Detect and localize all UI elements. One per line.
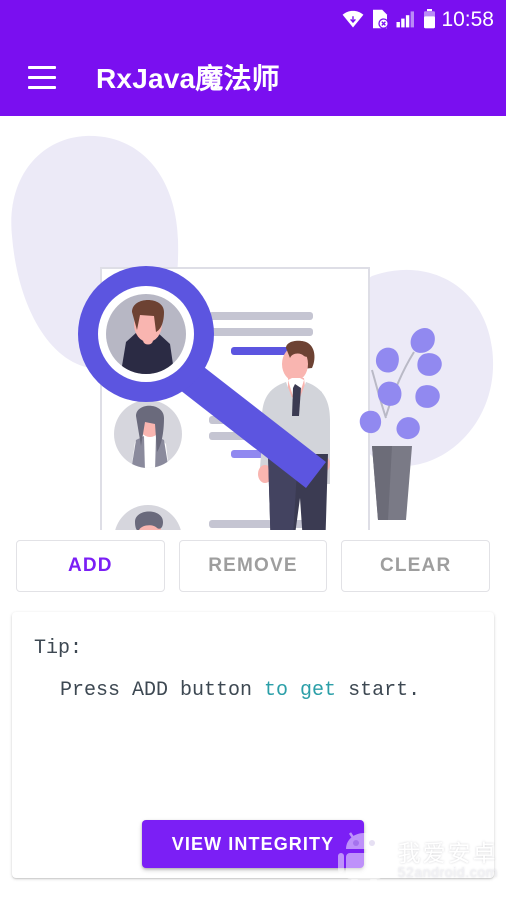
tip-content: Tip: Press ADD button to get start. (12, 612, 494, 702)
tip-body-before: Press ADD button (48, 679, 265, 702)
cellular-signal-icon (396, 10, 416, 28)
doc-line-1b (209, 328, 313, 336)
view-integrity-button[interactable]: VIEW INTEGRITY (142, 820, 364, 868)
status-icon-group (342, 9, 436, 29)
hamburger-bar-1 (28, 65, 56, 69)
action-button-row: ADD REMOVE CLEAR (0, 538, 506, 594)
sim-card-error-icon (371, 9, 390, 29)
app-bar-title: RxJava魔法师 (96, 63, 280, 94)
doc-line-3a (209, 520, 313, 528)
remove-button[interactable]: REMOVE (178, 540, 328, 592)
app-screen: 10:58 RxJava魔法师 ADD REMOVE CLEAR Tip: Pr… (0, 0, 506, 900)
magnifier-lens (78, 266, 214, 402)
wifi-icon (342, 10, 364, 28)
tip-body: Press ADD button to get start. (34, 680, 472, 702)
doc-line-1c (231, 347, 289, 355)
app-bar: RxJava魔法师 (0, 38, 506, 116)
status-bar-clock: 10:58 (441, 7, 494, 31)
hamburger-bar-3 (28, 85, 56, 89)
battery-icon (423, 9, 436, 29)
tip-body-keyword: to get (264, 679, 337, 702)
hamburger-menu-icon[interactable] (14, 49, 70, 105)
add-button[interactable]: ADD (16, 540, 165, 592)
people-search-illustration (0, 116, 506, 530)
tip-body-after: start. (336, 679, 421, 702)
clear-button[interactable]: CLEAR (341, 540, 491, 592)
doc-line-1a (209, 312, 313, 320)
status-bar: 10:58 (0, 0, 506, 38)
hamburger-bar-2 (28, 75, 56, 79)
tip-heading: Tip: (34, 637, 83, 660)
